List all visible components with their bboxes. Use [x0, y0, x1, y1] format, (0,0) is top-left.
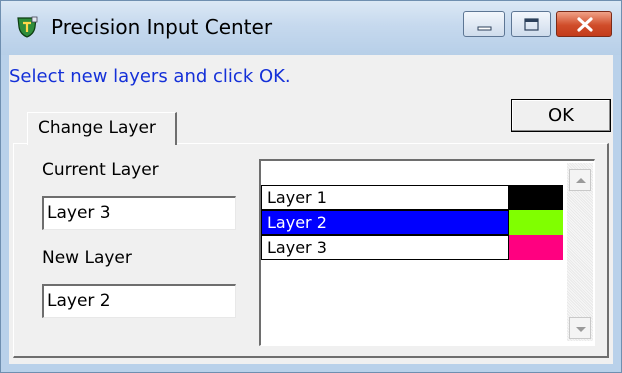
scroll-up-button[interactable]: [569, 169, 591, 191]
layer-color-swatch: [509, 210, 563, 235]
dialog-body: Select new layers and click OK. OK Chang…: [9, 55, 613, 364]
close-button[interactable]: [556, 11, 612, 37]
title-bar[interactable]: Precision Input Center: [1, 1, 621, 55]
layer-color-swatch: [509, 185, 563, 210]
list-item[interactable]: Layer 3: [261, 235, 563, 260]
window-title: Precision Input Center: [51, 15, 273, 39]
shield-icon: [15, 15, 39, 39]
arrow-down-icon: [576, 327, 586, 332]
layer-color-swatch: [509, 235, 563, 260]
new-layer-label: New Layer: [42, 248, 132, 268]
minimize-button[interactable]: [463, 11, 505, 37]
layer-name: Layer 2: [261, 210, 509, 235]
tab-change-layer[interactable]: Change Layer: [27, 112, 177, 145]
layer-name: Layer 3: [261, 235, 509, 260]
maximize-icon: [524, 18, 539, 31]
vertical-scrollbar[interactable]: [567, 163, 593, 341]
current-layer-field[interactable]: Layer 3: [42, 196, 236, 230]
dialog-window: Precision Input Center Select new layers…: [0, 0, 622, 373]
layer-name: Layer 1: [261, 185, 509, 210]
arrow-up-icon: [576, 178, 586, 183]
new-layer-field[interactable]: Layer 2: [42, 284, 236, 318]
minimize-icon: [477, 26, 492, 31]
maximize-button[interactable]: [511, 11, 551, 37]
scroll-down-button[interactable]: [569, 317, 591, 339]
ok-button[interactable]: OK: [511, 99, 611, 132]
layer-list[interactable]: Layer 1 Layer 2 Layer 3: [259, 159, 595, 346]
list-item[interactable]: Layer 1: [261, 185, 563, 210]
instruction-text: Select new layers and click OK.: [9, 66, 291, 87]
current-layer-label: Current Layer: [42, 160, 159, 180]
tab-label: Change Layer: [38, 118, 156, 138]
close-icon: [577, 17, 593, 32]
list-item[interactable]: Layer 2: [261, 210, 563, 235]
